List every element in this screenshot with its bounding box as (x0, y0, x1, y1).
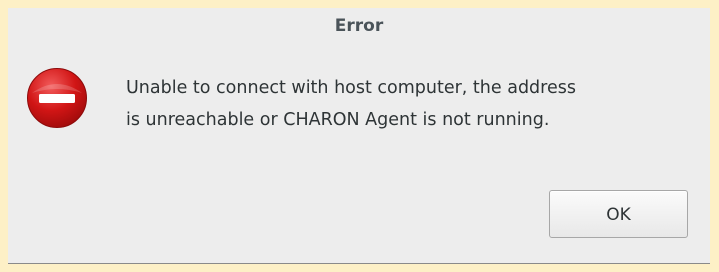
error-dialog: Error Unable to connect with host comput… (8, 8, 710, 264)
error-message-line-2: is unreachable or CHARON Agent is not ru… (126, 110, 550, 130)
ok-button[interactable]: OK (549, 190, 688, 238)
error-stop-icon (27, 68, 87, 128)
screen-background: Error Unable to connect with host comput… (0, 0, 719, 272)
error-message-line-1: Unable to connect with host computer, th… (126, 78, 576, 98)
error-message: Unable to connect with host computer, th… (126, 72, 706, 136)
dialog-title: Error (334, 16, 384, 36)
